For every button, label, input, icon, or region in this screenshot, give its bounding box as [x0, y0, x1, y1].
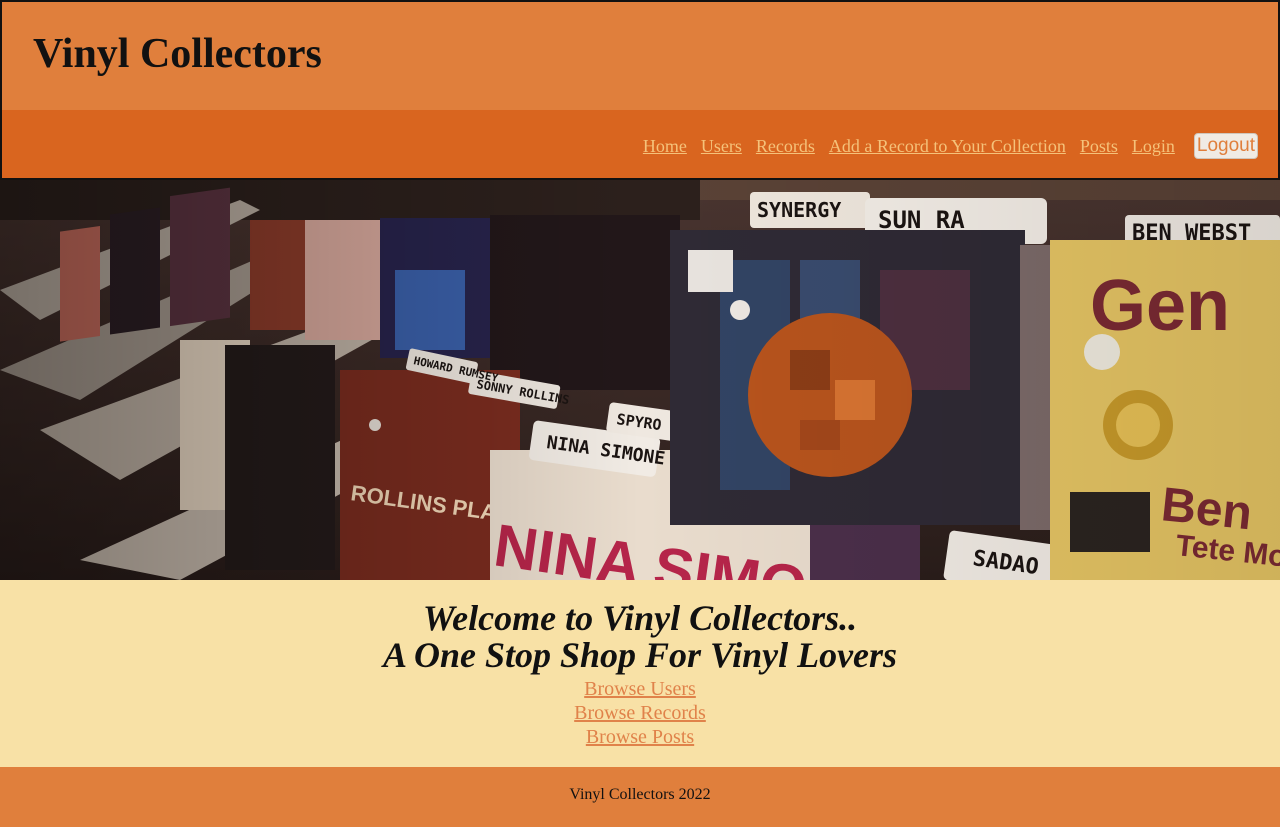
site-header: Vinyl Collectors Home Users Records Add … [0, 0, 1280, 180]
logout-button[interactable]: Logout [1193, 133, 1258, 159]
site-title: Vinyl Collectors [33, 31, 322, 77]
welcome-section: Welcome to Vinyl Collectors.. A One Stop… [0, 580, 1280, 767]
browse-records-link[interactable]: Browse Records [0, 701, 1280, 725]
nav-link-records[interactable]: Records [756, 136, 815, 157]
title-bar: Vinyl Collectors [2, 2, 1278, 110]
footer-text: Vinyl Collectors 2022 [569, 786, 711, 803]
welcome-heading: Welcome to Vinyl Collectors.. A One Stop… [0, 580, 1280, 674]
record-store-photo: ROLLINS PLAYS FO NINA SIMONE SYNERGY SUN… [0, 180, 1280, 580]
welcome-line-1: Welcome to Vinyl Collectors.. [422, 598, 858, 638]
page: Vinyl Collectors Home Users Records Add … [0, 0, 1280, 827]
browse-users-link[interactable]: Browse Users [0, 677, 1280, 701]
hero-image: ROLLINS PLAYS FO NINA SIMONE SYNERGY SUN… [0, 180, 1280, 580]
nav-link-login[interactable]: Login [1132, 136, 1175, 157]
nav-bar: Home Users Records Add a Record to Your … [2, 110, 1278, 178]
welcome-line-2: A One Stop Shop For Vinyl Lovers [382, 635, 898, 675]
browse-links: Browse Users Browse Records Browse Posts [0, 677, 1280, 749]
nav-link-users[interactable]: Users [701, 136, 742, 157]
site-footer: Vinyl Collectors 2022 [0, 767, 1280, 827]
nav-link-posts[interactable]: Posts [1080, 136, 1118, 157]
nav-link-home[interactable]: Home [643, 136, 687, 157]
nav-link-add-record[interactable]: Add a Record to Your Collection [829, 136, 1066, 157]
nav-links: Home Users Records Add a Record to Your … [629, 133, 1258, 159]
browse-posts-link[interactable]: Browse Posts [0, 725, 1280, 749]
